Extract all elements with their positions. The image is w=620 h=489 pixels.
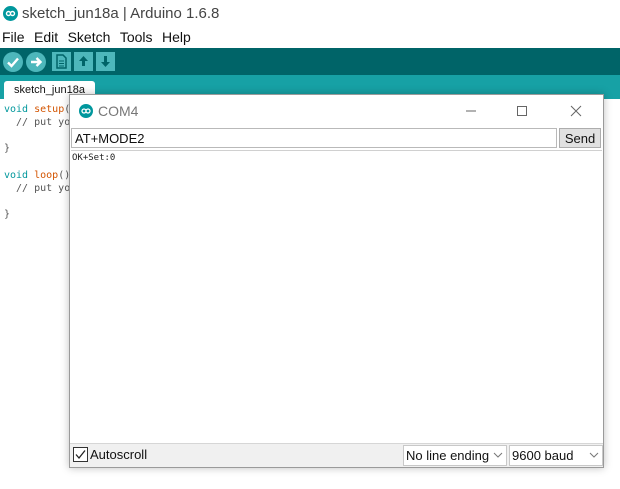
new-icon[interactable] (52, 52, 71, 71)
line-ending-value: No line ending (406, 448, 490, 463)
save-icon[interactable] (96, 52, 115, 71)
chevron-down-icon (493, 449, 503, 464)
code-line: void loop() (4, 170, 71, 181)
minimize-icon[interactable] (458, 101, 484, 121)
autoscroll-checkbox[interactable] (73, 447, 88, 462)
chevron-down-icon (589, 449, 599, 464)
menu-bar: File Edit Sketch Tools Help (0, 28, 620, 48)
menu-edit[interactable]: Edit (34, 28, 58, 45)
autoscroll-label: Autoscroll (90, 447, 148, 462)
serial-monitor-window: COM4 Send OK+Set:0 Autoscroll No line en… (69, 94, 604, 468)
code-line: } (4, 143, 11, 154)
baud-rate-value: 9600 baud (512, 448, 574, 463)
verify-icon[interactable] (3, 52, 23, 72)
code-line: // put yo (4, 183, 71, 194)
upload-icon[interactable] (26, 52, 46, 72)
baud-rate-select[interactable]: 9600 baud (509, 445, 603, 466)
app-title-bar: sketch_jun18a | Arduino 1.6.8 (0, 0, 620, 28)
send-button[interactable]: Send (559, 128, 601, 148)
code-line: } (4, 209, 11, 220)
serial-output-text: OK+Set:0 (72, 153, 116, 163)
toolbar (0, 48, 620, 75)
code-line: // put yo (4, 117, 71, 128)
menu-file[interactable]: File (2, 28, 25, 45)
serial-monitor-footer: Autoscroll No line ending 9600 baud (70, 443, 603, 467)
serial-monitor-title-bar[interactable]: COM4 (70, 95, 603, 126)
serial-monitor-title: COM4 (98, 103, 139, 119)
serial-input-field[interactable] (71, 128, 557, 148)
line-ending-select[interactable]: No line ending (403, 445, 507, 466)
menu-tools[interactable]: Tools (120, 28, 153, 45)
serial-output-area[interactable]: OK+Set:0 (71, 150, 602, 442)
open-icon[interactable] (74, 52, 93, 71)
menu-help[interactable]: Help (162, 28, 191, 45)
code-line: void setup( (4, 104, 71, 115)
maximize-icon[interactable] (509, 101, 535, 121)
menu-sketch[interactable]: Sketch (68, 28, 111, 45)
close-icon[interactable] (563, 101, 589, 121)
app-title: sketch_jun18a | Arduino 1.6.8 (22, 5, 220, 22)
arduino-logo-icon (79, 104, 93, 118)
arduino-logo-icon (3, 6, 18, 21)
